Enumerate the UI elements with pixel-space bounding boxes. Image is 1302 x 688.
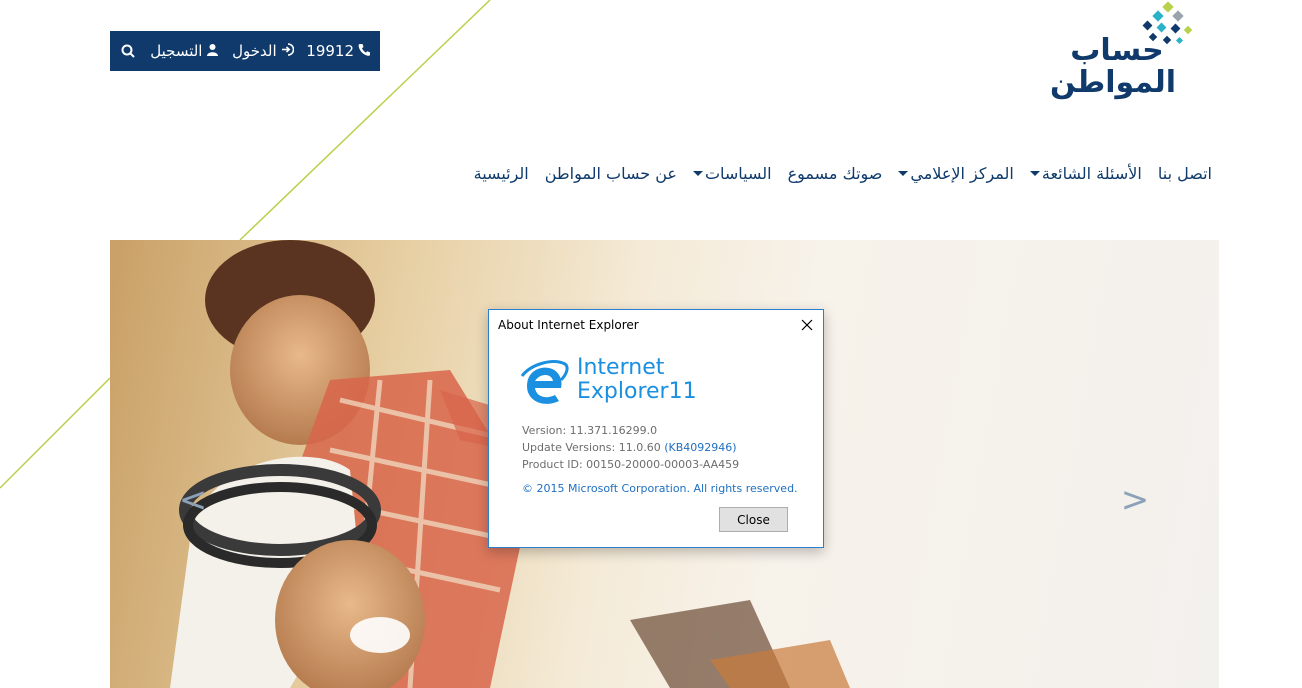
dialog-title: About Internet Explorer [498, 318, 639, 332]
nav-item-faq[interactable]: الأسئلة الشائعة [1029, 163, 1142, 183]
chevron-right-icon: > [1120, 480, 1150, 520]
top-utility-bar: التسجيل الدخول 19912 [110, 31, 380, 71]
product-name-line2: Explorer [577, 379, 669, 404]
product-version-badge: 11 [668, 379, 697, 404]
logo-text-line1: حساب [1070, 33, 1164, 68]
nav-item-label: المركز الإعلامي [910, 163, 1014, 183]
user-icon [206, 42, 219, 60]
caret-down-icon [692, 170, 703, 176]
nav-item-media-center[interactable]: المركز الإعلامي [898, 164, 1014, 183]
product-name-line1: Internet [577, 355, 665, 380]
about-ie-dialog: About Internet Explorer Internet Explore… [488, 309, 824, 548]
caret-down-icon [898, 170, 909, 176]
phone-number[interactable]: 19912 [306, 42, 370, 60]
close-icon [801, 319, 813, 331]
register-label: التسجيل [150, 42, 203, 60]
site-logo[interactable]: حساب المواطن [1030, 0, 1200, 110]
copyright-link[interactable]: © 2015 Microsoft Corporation. All rights… [522, 482, 798, 495]
update-versions-text: Update Versions: 11.0.60 [522, 441, 661, 454]
version-text: Version: 11.371.16299.0 [522, 424, 658, 437]
close-button[interactable]: Close [719, 507, 788, 532]
chevron-left-icon: < [178, 480, 208, 520]
internet-explorer-logo-icon [520, 360, 569, 404]
nav-item-label: السياسات [704, 163, 772, 183]
update-versions-row: Update Versions: 11.0.60 (KB4092946) [522, 439, 739, 456]
login-link[interactable]: الدخول [232, 42, 294, 60]
login-label: الدخول [232, 42, 277, 60]
nav-item-label: عن حساب المواطن [544, 163, 677, 183]
phone-icon [358, 42, 370, 60]
version-info: Version: 11.371.16299.0 Update Versions:… [522, 422, 739, 473]
search-icon[interactable] [120, 42, 136, 60]
register-link[interactable]: التسجيل [150, 42, 219, 60]
nav-item-policies[interactable]: السياسات [692, 163, 772, 183]
login-icon [281, 42, 294, 60]
phone-label: 19912 [306, 42, 354, 60]
slider-prev-button[interactable]: < [178, 480, 208, 520]
kb-link[interactable]: (KB4092946) [664, 441, 736, 454]
caret-down-icon [1029, 170, 1040, 176]
nav-item-label: اتصل بنا [1157, 163, 1212, 183]
slider-next-button[interactable]: > [1120, 480, 1150, 520]
main-nav: الرئيسية عن حساب المواطن السياسات صوتك م… [474, 158, 1212, 188]
nav-item-label: الأسئلة الشائعة [1041, 163, 1142, 183]
nav-item-about[interactable]: عن حساب المواطن [545, 164, 677, 183]
nav-item-label: الرئيسية [473, 163, 529, 183]
dialog-close-button[interactable] [795, 314, 819, 336]
product-id-text: Product ID: 00150-20000-00003-AA459 [522, 458, 740, 471]
nav-item-home[interactable]: الرئيسية [474, 164, 529, 183]
nav-item-contact[interactable]: اتصل بنا [1158, 164, 1212, 183]
nav-item-your-voice[interactable]: صوتك مسموع [788, 164, 883, 183]
nav-item-label: صوتك مسموع [787, 163, 883, 183]
logo-text-line2: المواطن [1049, 65, 1176, 100]
product-name: Internet Explorer11 [577, 356, 697, 404]
